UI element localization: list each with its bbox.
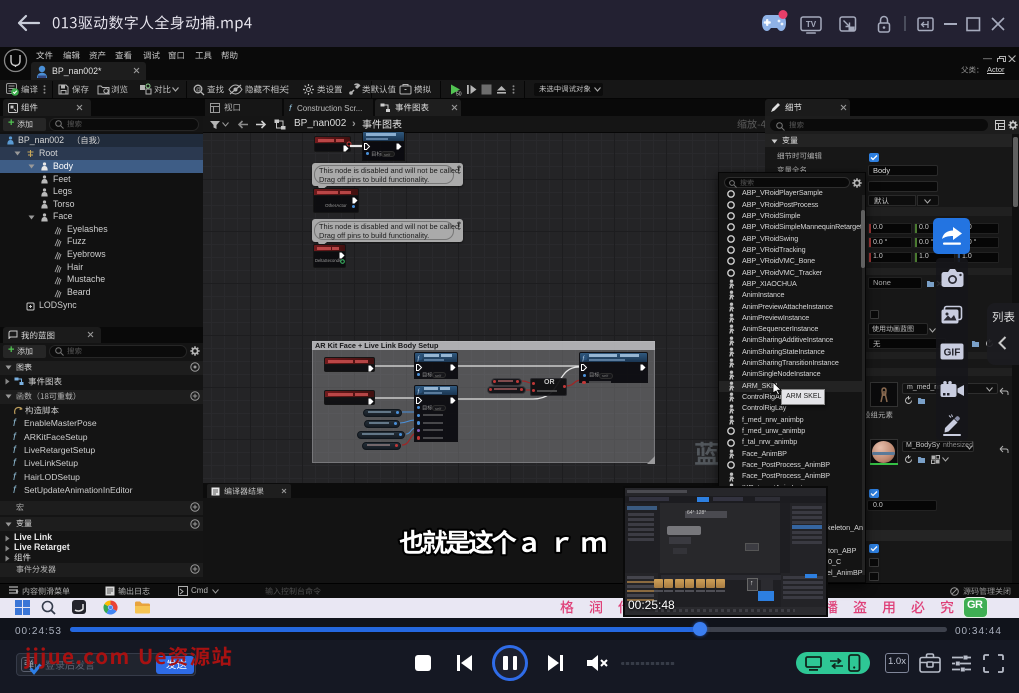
svg-text:GIF: GIF xyxy=(944,348,961,359)
svg-text:TV: TV xyxy=(806,20,817,29)
svg-text:@: @ xyxy=(196,87,201,93)
svg-text:50: 50 xyxy=(456,92,462,98)
